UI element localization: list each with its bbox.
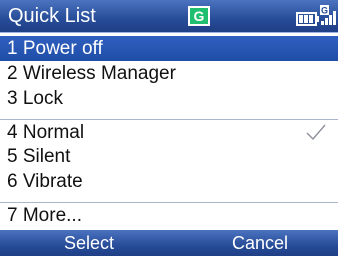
quick-list-menu: 1 Power off 2 Wireless Manager 3 Lock 4 … [0, 36, 338, 229]
menu-item-vibrate[interactable]: 6 Vibrate [0, 169, 338, 194]
menu-item-label: 2 Wireless Manager [7, 63, 176, 84]
menu-item-wireless-manager[interactable]: 2 Wireless Manager [0, 61, 338, 86]
menu-item-label: 1 Power off [7, 38, 103, 59]
status-badge-letter: G [321, 6, 328, 16]
select-softkey[interactable]: Select [64, 233, 114, 253]
status-icons: G [296, 5, 336, 26]
title-bar: Quick List G G [0, 0, 338, 33]
menu-item-lock[interactable]: 3 Lock [0, 86, 338, 111]
checkmark-icon [306, 124, 326, 141]
menu-item-label: 7 More... [7, 205, 82, 226]
menu-item-label: 4 Normal [7, 122, 85, 143]
signal-icon: G [320, 5, 336, 25]
menu-item-silent[interactable]: 5 Silent [0, 144, 338, 169]
quick-list-screen: Quick List G G 1 Power off 2 Wireless Ma… [0, 0, 338, 256]
menu-item-power-off[interactable]: 1 Power off [0, 36, 338, 61]
menu-item-normal[interactable]: 4 Normal [0, 119, 338, 144]
gprs-network-icon: G [188, 6, 210, 26]
cancel-softkey[interactable]: Cancel [232, 233, 288, 253]
screen-title: Quick List [8, 5, 96, 27]
menu-item-label: 3 Lock [7, 88, 63, 109]
battery-icon [296, 12, 319, 26]
softkey-bar: Select Cancel [0, 230, 338, 256]
menu-item-more[interactable]: 7 More... [0, 202, 338, 227]
menu-item-label: 6 Vibrate [7, 171, 83, 192]
menu-item-label: 5 Silent [7, 146, 71, 167]
